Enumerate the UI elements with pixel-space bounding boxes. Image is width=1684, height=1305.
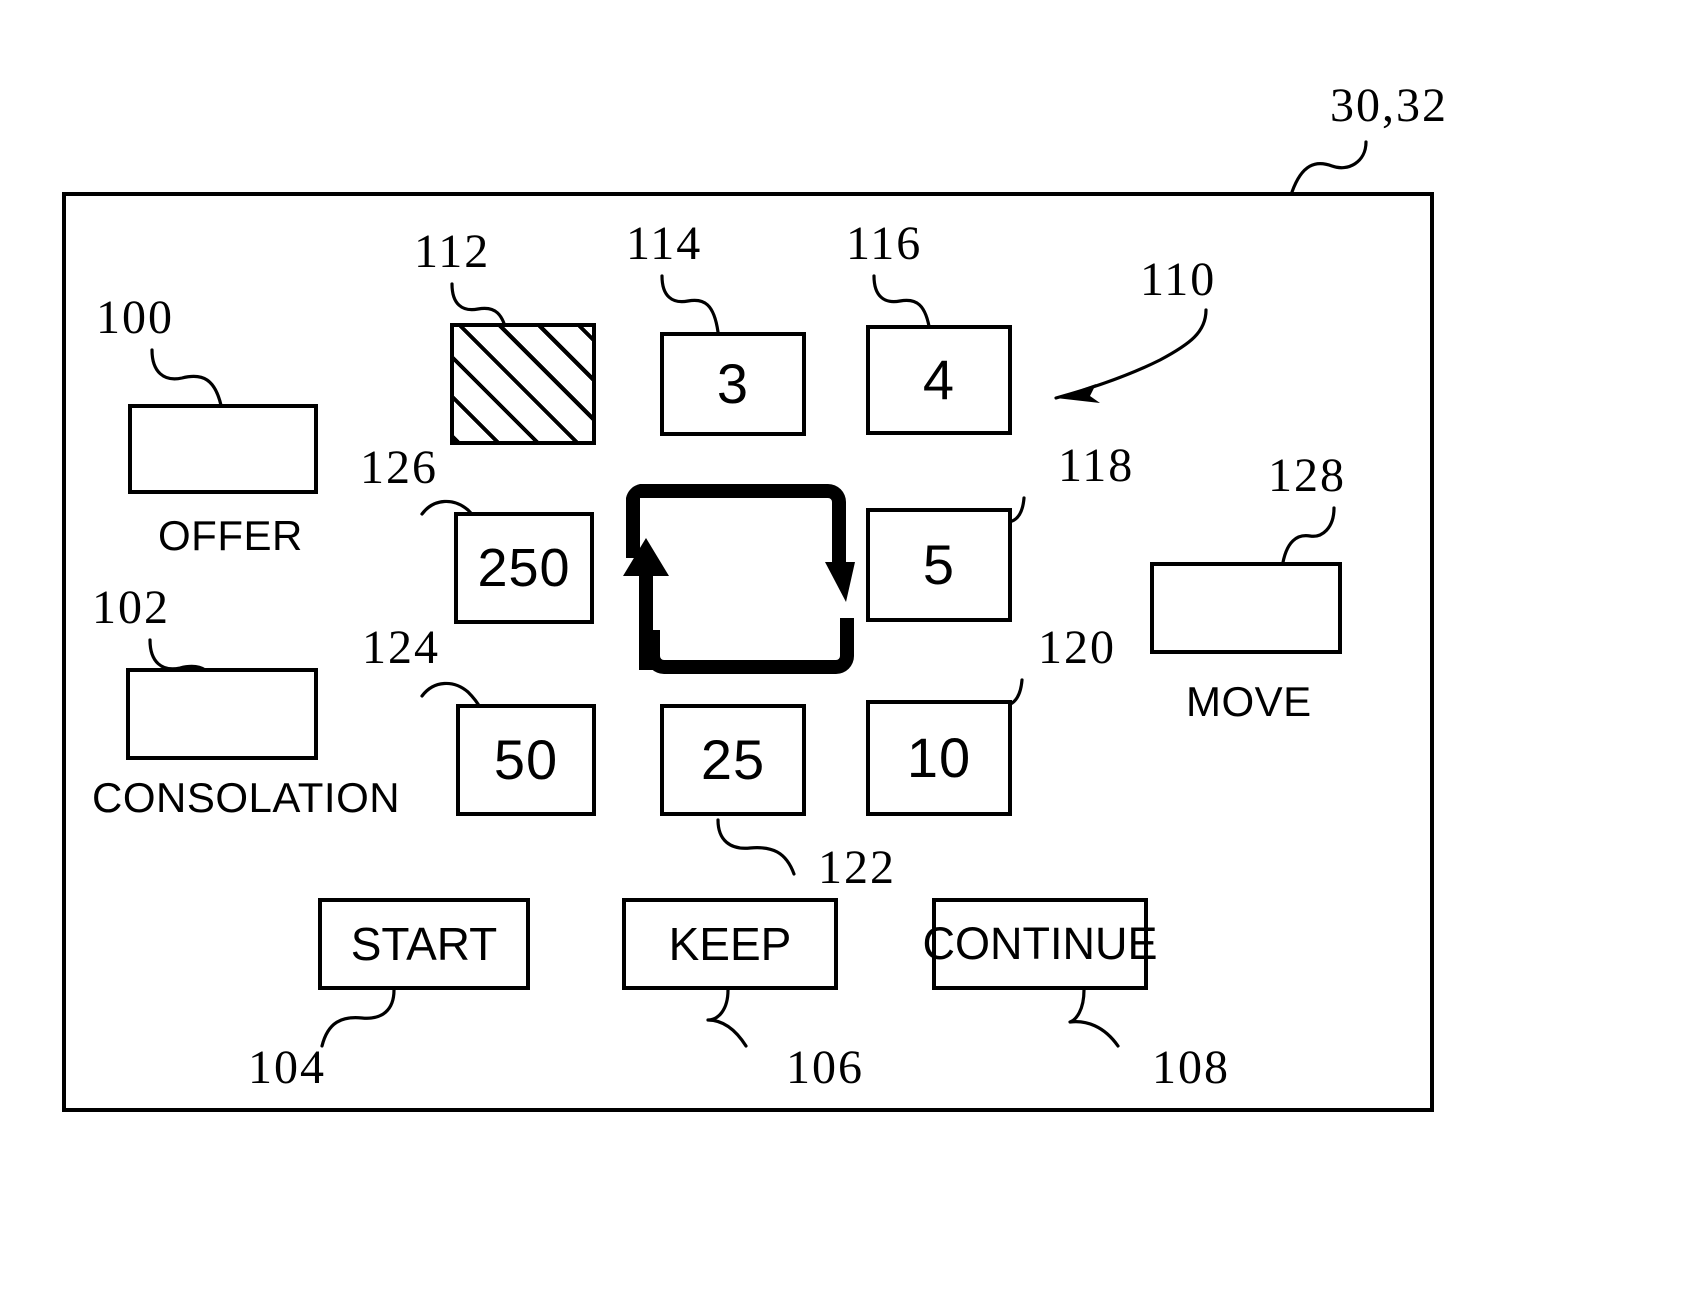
consolation-label: CONSOLATION — [92, 774, 401, 821]
reference-numeral-30-32: 30,32 — [1330, 79, 1448, 132]
award-cell-122[interactable]: 25 — [660, 704, 806, 816]
reference-numeral-108: 108 — [1152, 1041, 1230, 1094]
reference-numeral-102: 102 — [92, 581, 170, 634]
award-cell-122-value: 25 — [700, 728, 766, 791]
award-cell-114-value: 3 — [716, 352, 750, 415]
reference-numeral-106: 106 — [786, 1041, 864, 1094]
award-cell-124-value: 50 — [493, 728, 559, 791]
continue-button[interactable]: CONTINUE — [923, 898, 1158, 990]
reference-numeral-110: 110 — [1140, 253, 1217, 306]
award-cell-114[interactable]: 3 — [660, 332, 806, 436]
offer-display-box — [128, 404, 318, 494]
reference-numeral-112: 112 — [414, 225, 491, 278]
offer-label: OFFER — [158, 512, 303, 559]
move-label: MOVE — [1186, 678, 1312, 725]
award-cell-116-value: 4 — [922, 348, 956, 411]
award-cell-118-value: 5 — [922, 533, 956, 596]
reference-numeral-104: 104 — [248, 1041, 326, 1094]
award-cell-126[interactable]: 250 — [454, 512, 594, 624]
rotation-cycle-indicator — [623, 484, 855, 674]
reference-numeral-128: 128 — [1268, 449, 1346, 502]
start-button-label: START — [350, 918, 498, 970]
award-cell-112[interactable] — [450, 323, 596, 445]
keep-button-label: KEEP — [668, 918, 792, 970]
reference-numeral-118: 118 — [1058, 439, 1135, 492]
keep-button[interactable]: KEEP — [622, 898, 838, 990]
award-cell-116[interactable]: 4 — [866, 325, 1012, 435]
award-cell-120-value: 10 — [906, 726, 972, 789]
reference-numeral-122: 122 — [818, 841, 896, 894]
reference-numeral-114: 114 — [626, 217, 703, 270]
award-cell-124[interactable]: 50 — [456, 704, 596, 816]
continue-button-label: CONTINUE — [922, 918, 1158, 969]
reference-numeral-124: 124 — [362, 621, 440, 674]
reference-numeral-120: 120 — [1038, 621, 1116, 674]
reference-numeral-116: 116 — [846, 217, 923, 270]
award-cell-118[interactable]: 5 — [866, 508, 1012, 622]
reference-numeral-100: 100 — [96, 291, 174, 344]
patent-figure-page: 30,32 100 OFFER 102 CONSOLATION 128 MOVE… — [0, 0, 1684, 1305]
award-cell-120[interactable]: 10 — [866, 700, 1012, 816]
move-display-box — [1150, 562, 1342, 654]
reference-numeral-126: 126 — [360, 441, 438, 494]
start-button[interactable]: START — [318, 898, 530, 990]
award-cell-126-value: 250 — [477, 538, 571, 598]
consolation-display-box — [126, 668, 318, 760]
